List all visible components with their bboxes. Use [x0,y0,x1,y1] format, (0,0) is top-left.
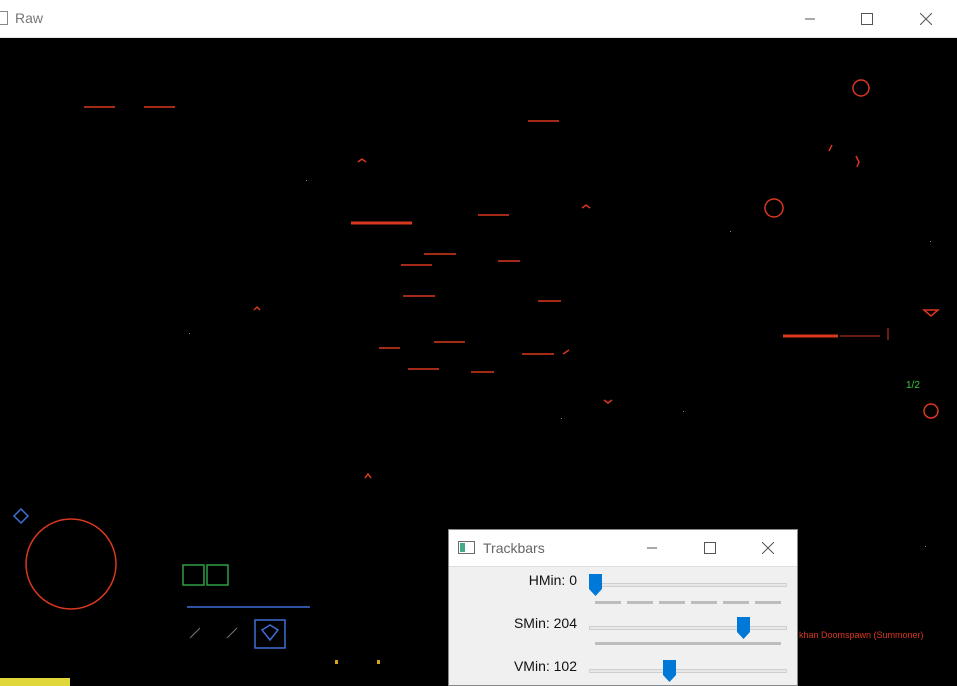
trackbar-ticks [595,642,781,645]
trackbars-window-title: Trackbars [483,540,545,556]
trackbar-label: SMin: 204 [513,615,577,631]
trackbar-groove[interactable] [589,626,787,630]
trackbar-groove[interactable] [589,583,787,587]
trackbar-thumb[interactable] [737,617,750,639]
unit-name-text: khan Doomspawn (Summoner) [799,630,924,640]
counter-text: 1/2 [906,380,920,391]
raw-window-title: Raw [15,10,44,26]
app-icon [458,541,475,554]
trackbar-thumb[interactable] [663,660,676,682]
close-icon [920,13,932,25]
trackbar-hmin: HMin: 0 [449,570,797,610]
minimize-icon [647,547,657,549]
minimize-icon [805,18,815,20]
maximize-icon [861,13,873,25]
close-button[interactable] [903,0,949,38]
trackbar-groove[interactable] [589,669,787,673]
trackbars-titlebar[interactable]: Trackbars [449,530,797,567]
trackbar-vmin: VMin: 102 [449,656,797,685]
trackbar-label: HMin: 0 [528,572,577,588]
trackbar-smin: SMin: 204 [449,613,797,653]
maximize-icon [704,542,716,554]
maximize-button[interactable] [681,530,739,566]
minimize-button[interactable] [787,0,833,38]
minimize-button[interactable] [623,530,681,566]
trackbar-thumb[interactable] [589,574,602,596]
trackbar-label: VMin: 102 [513,658,577,674]
maximize-button[interactable] [844,0,890,38]
trackbar-ticks [595,601,781,604]
close-icon [762,542,774,554]
trackbars-window: Trackbars HMin: 0 SMin: 204 VMin: 102 [448,529,798,686]
raw-titlebar[interactable]: Raw [0,0,957,38]
app-icon [0,11,8,25]
close-button[interactable] [739,530,797,566]
